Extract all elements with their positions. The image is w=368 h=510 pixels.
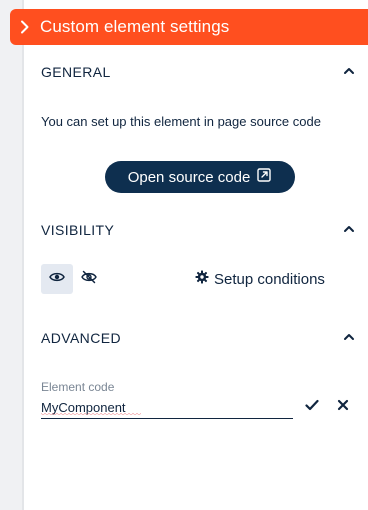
advanced-section-title[interactable]: ADVANCED [41, 330, 121, 346]
panel-header: Custom element settings [10, 9, 368, 45]
hidden-toggle-button[interactable] [73, 264, 105, 294]
setup-conditions-label: Setup conditions [214, 270, 325, 288]
confirm-check-icon[interactable] [304, 397, 320, 413]
general-section-title[interactable]: GENERAL [41, 64, 111, 80]
chevron-up-icon[interactable] [342, 330, 356, 344]
setup-conditions-button[interactable]: Setup conditions [195, 270, 325, 288]
panel-title: Custom element settings [40, 17, 230, 36]
element-code-input[interactable] [41, 397, 293, 419]
element-code-label: Element code [41, 380, 115, 394]
gear-icon [195, 270, 209, 288]
open-source-code-label: Open source code [127, 168, 251, 186]
chevron-up-icon[interactable] [342, 64, 356, 78]
general-description: You can set up this element in page sour… [41, 114, 321, 129]
eye-off-icon [81, 270, 97, 289]
visibility-section-title[interactable]: VISIBILITY [41, 222, 114, 238]
chevron-up-icon[interactable] [342, 222, 356, 236]
external-link-icon [256, 167, 272, 187]
cancel-close-icon[interactable] [335, 397, 351, 413]
left-rail [0, 0, 24, 510]
eye-icon [49, 270, 65, 288]
visible-toggle-button[interactable] [41, 264, 73, 294]
chevron-right-icon[interactable] [10, 20, 40, 34]
open-source-code-button[interactable]: Open source code [105, 161, 295, 193]
